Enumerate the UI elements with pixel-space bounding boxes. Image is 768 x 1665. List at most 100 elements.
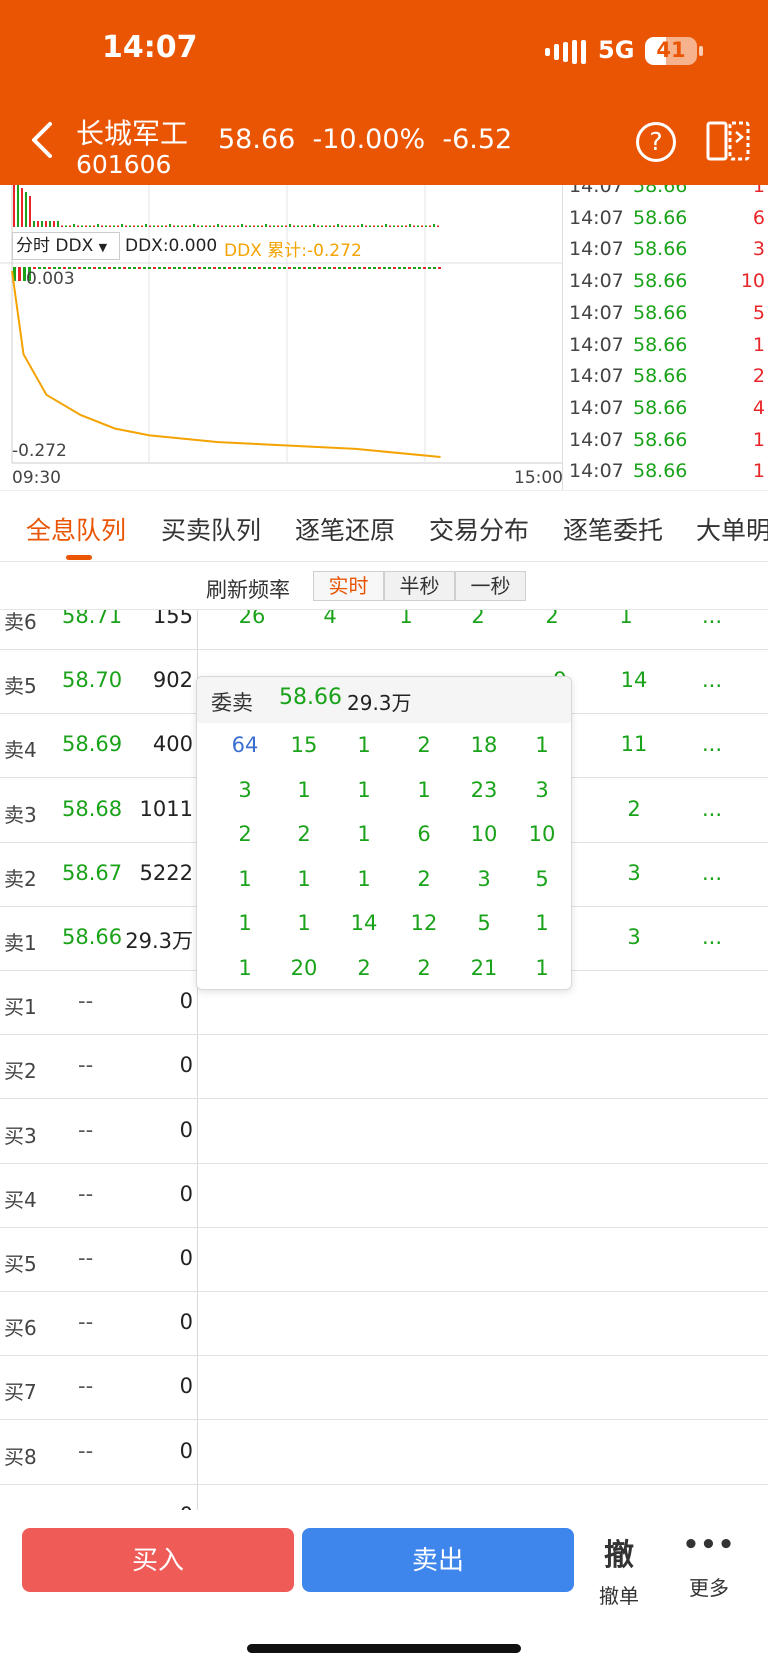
tick-price: 58.66 <box>633 396 688 419</box>
bid-row[interactable]: 买2 -- 0 <box>0 1035 768 1100</box>
bid-row[interactable]: 买8 -- 0 <box>0 1421 768 1485</box>
volume-bar <box>397 225 399 227</box>
tab-bar: 全息队列 买卖队列 逐笔还原 交易分布 逐笔委托 大单明 <box>0 490 768 562</box>
ddx-bar <box>348 267 351 269</box>
bid-row[interactable]: 买3 -- 0 <box>0 1100 768 1164</box>
volume-bar <box>205 225 207 227</box>
ask-queue-cell: 1 <box>399 610 413 628</box>
more-button[interactable]: ••• 更多 <box>680 1530 738 1601</box>
cancel-order-button[interactable]: 撤 撤单 <box>590 1530 648 1609</box>
indicator-select[interactable]: 分时 DDX ▼ <box>12 232 120 260</box>
battery-icon: 41 <box>645 37 697 65</box>
ddx-bar <box>293 267 296 269</box>
popup-queue-cell: 3 <box>238 777 252 802</box>
refresh-rate-label: 刷新频率 <box>206 578 290 602</box>
tick-time: 14:07 <box>569 333 624 356</box>
tab-tick-restore[interactable]: 逐笔还原 <box>295 511 395 547</box>
switch-view-icon[interactable] <box>706 120 752 162</box>
indicator-label: 分时 DDX <box>16 236 94 256</box>
ddx-bar <box>168 267 171 269</box>
help-icon[interactable]: ? <box>636 122 676 162</box>
ddx-bar <box>188 267 191 269</box>
ddx-bar <box>308 267 311 269</box>
volume-bar <box>85 225 87 227</box>
refresh-realtime[interactable]: 实时 <box>313 571 384 601</box>
bid-volume: 0 <box>179 989 193 1014</box>
volume-bar <box>369 225 371 227</box>
bid-row[interactable]: 买7 -- 0 <box>0 1356 768 1421</box>
ddx-bar <box>158 267 161 269</box>
bid-row[interactable]: 买9--0 <box>0 1485 768 1510</box>
popup-queue-cell: 5 <box>477 911 491 935</box>
popup-queue-cell: 2 <box>297 822 311 846</box>
ddx-bar <box>433 267 436 269</box>
ddx-bar <box>418 267 421 269</box>
volume-bar <box>165 225 167 227</box>
ddx-bar <box>408 267 411 269</box>
volume-bar <box>409 224 411 227</box>
bid-row[interactable]: 买6 -- 0 <box>0 1292 768 1357</box>
volume-bar <box>305 225 307 227</box>
ask-queue-cell: 2 <box>627 796 641 821</box>
ddx-bar <box>18 267 21 281</box>
ddx-chart[interactable]: 分时 DDX ▼ DDX:0.000 DDX 累计:-0.272 0.003 -… <box>0 185 563 490</box>
tab-order-entrust[interactable]: 逐笔委托 <box>563 511 663 547</box>
sell-button[interactable]: 卖出 <box>302 1528 574 1592</box>
ask-volume: 29.3万 <box>125 929 193 953</box>
ddx-bar <box>223 267 226 269</box>
bid-row[interactable]: 买5 -- 0 <box>0 1228 768 1292</box>
tab-large-orders[interactable]: 大单明 <box>696 511 768 547</box>
volume-bar <box>365 225 367 227</box>
ddx-bar <box>243 267 246 269</box>
volume-bar <box>153 225 155 227</box>
tick-price: 58.66 <box>633 428 688 451</box>
buy-button[interactable]: 买入 <box>22 1528 294 1592</box>
stock-change-pct: -10.00% <box>312 124 426 155</box>
volume-bar <box>405 225 407 227</box>
bid-row[interactable]: 买4 -- 0 <box>0 1164 768 1228</box>
stock-quote: 58.66 -10.00% -6.52 <box>218 124 512 155</box>
popup-queue-cell: 6 <box>417 822 431 846</box>
ddx-bar <box>238 267 241 269</box>
popup-queue-cell: 1 <box>357 777 371 802</box>
volume-bar <box>69 225 71 227</box>
volume-bar <box>417 225 419 227</box>
popup-price: 58.66 <box>279 685 342 710</box>
ddx-bar <box>378 267 381 269</box>
ask-queue-popup[interactable]: 委卖 58.66 29.3万 64 15 1 2 18 1 3 1 1 1 23 3 2 2 1 6 10 10 1… <box>196 676 572 990</box>
ddx-bar <box>193 267 196 269</box>
y-axis-top-label: 0.003 <box>26 269 75 289</box>
volume-bar <box>433 224 435 227</box>
refresh-one-second[interactable]: 一秒 <box>455 571 526 601</box>
ddx-bar <box>183 267 186 269</box>
tick-price: 58.66 <box>633 460 688 483</box>
ddx-bar <box>338 267 341 269</box>
volume-bar <box>429 225 431 227</box>
ddx-bar <box>413 267 416 269</box>
volume-bar <box>21 188 23 227</box>
tick-row: 14:07 58.66 5 <box>563 302 768 334</box>
back-arrow-icon[interactable] <box>24 118 60 162</box>
volume-bar <box>349 225 351 227</box>
refresh-half-second[interactable]: 半秒 <box>384 571 455 601</box>
bid-volume: 0 <box>179 1117 193 1142</box>
ask-level-label: 卖2 <box>4 866 37 891</box>
volume-bar <box>373 225 375 227</box>
tab-full-queue[interactable]: 全息队列 <box>26 511 126 547</box>
ddx-bar <box>233 267 236 269</box>
tab-trade-distribution[interactable]: 交易分布 <box>429 511 529 547</box>
tab-buy-sell-queue[interactable]: 买卖队列 <box>161 511 261 547</box>
ask-row[interactable]: 卖6 58.71 155 26 4 1 2 2 1... <box>0 610 768 650</box>
volume-bar <box>149 225 151 227</box>
volume-bar <box>57 221 59 227</box>
volume-bar <box>105 225 107 227</box>
volume-bar <box>41 221 43 227</box>
ddx-bar <box>208 267 211 269</box>
ddx-bar <box>173 267 176 269</box>
ddx-bar <box>128 267 131 269</box>
volume-bar <box>193 224 195 227</box>
ddx-bar <box>263 267 266 269</box>
tick-list[interactable]: 14:07 58.66 1 14:07 58.66 6 14:07 58.66 3 14:07 58… <box>562 185 768 490</box>
ddx-bar <box>88 267 91 269</box>
volume-bar <box>265 224 267 227</box>
